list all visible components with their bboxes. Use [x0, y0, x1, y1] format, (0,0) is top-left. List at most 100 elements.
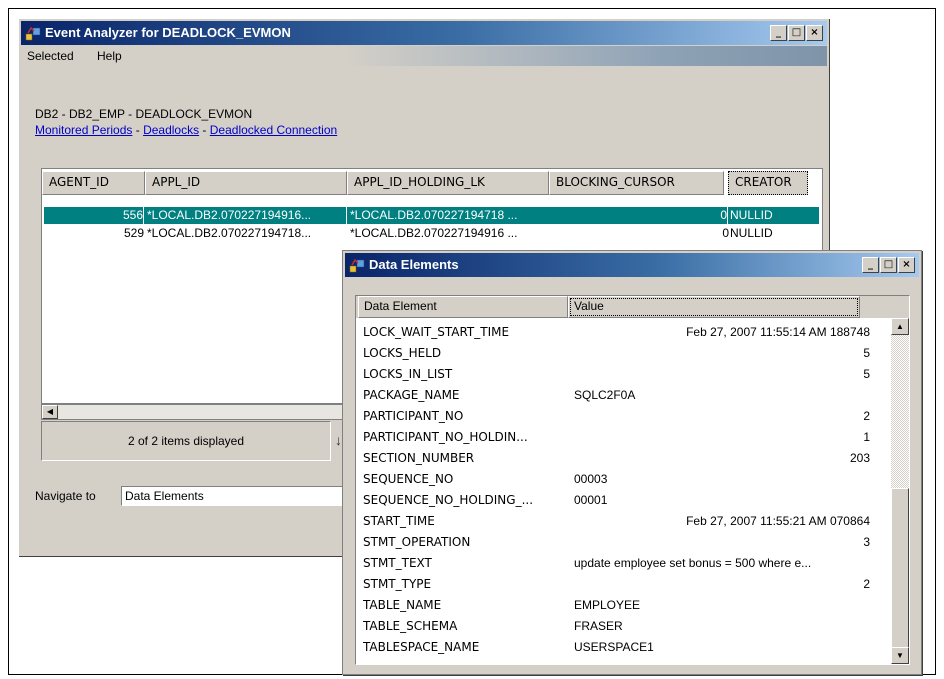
list-item[interactable]: LOCK_WAIT_START_TIME Feb 27, 2007 11:55:1…: [356, 322, 881, 343]
minimize-button[interactable]: _: [770, 25, 787, 41]
list-item[interactable]: STMT_TEXT update employee set bonus = 500…: [356, 553, 881, 574]
breadcrumb-deadlocks[interactable]: Deadlocks: [143, 123, 199, 137]
list-item[interactable]: TABLE_SCHEMA FRASER: [356, 616, 881, 637]
items-count-status: 2 of 2 items displayed: [41, 421, 331, 461]
list-item[interactable]: TABLESPACE_NAME USERSPACE1: [356, 637, 881, 658]
navigate-to-field[interactable]: Data Elements: [121, 486, 351, 506]
data-element-value: 3: [863, 535, 870, 549]
data-element-value: 5: [863, 346, 870, 360]
data-element-value: SQLC2F0A: [574, 388, 636, 402]
data-elements-titlebar[interactable]: Data Elements _ □ ×: [345, 253, 919, 277]
data-element-name: START_TIME: [363, 514, 435, 528]
data-element-name: PARTICIPANT_NO_HOLDIN...: [363, 430, 528, 444]
column-appl-id[interactable]: APPL_ID: [145, 171, 347, 195]
data-element-value: Feb 27, 2007 11:55:21 AM 070864: [686, 514, 870, 528]
data-elements-title: Data Elements: [369, 257, 459, 272]
list-item[interactable]: START_TIME Feb 27, 2007 11:55:21 AM 07086…: [356, 511, 881, 532]
data-element-name: PARTICIPANT_NO: [363, 409, 464, 423]
scroll-up-icon[interactable]: ▲: [891, 318, 909, 335]
list-item[interactable]: PACKAGE_NAME SQLC2F0A: [356, 385, 881, 406]
scroll-down-icon[interactable]: ▼: [891, 647, 909, 664]
data-element-value: FRASER: [574, 619, 623, 633]
column-value[interactable]: Value: [568, 296, 860, 318]
list-item[interactable]: SEQUENCE_NO 00003: [356, 469, 881, 490]
list-item[interactable]: SEQUENCE_NO_HOLDING_... 00001: [356, 490, 881, 511]
column-blocking-cursor[interactable]: BLOCKING_CURSOR: [549, 171, 724, 195]
column-appl-id-holding-lk[interactable]: APPL_ID_HOLDING_LK: [347, 171, 549, 195]
list-item[interactable]: SECTION_NUMBER 203: [356, 448, 881, 469]
data-elements-list: Data Element Value LOCK_WAIT_START_TIME F…: [355, 295, 910, 665]
data-element-value: 00001: [574, 493, 608, 507]
data-elements-window: Data Elements _ □ × Data Element Value L…: [342, 250, 922, 675]
data-element-name: STMT_TEXT: [363, 556, 432, 570]
table-header: AGENT_ID APPL_ID APPL_ID_HOLDING_LK BLOC…: [42, 171, 822, 195]
breadcrumb: Monitored Periods - Deadlocks - Deadlock…: [35, 123, 337, 137]
breadcrumb-separator: -: [132, 123, 144, 137]
data-element-name: TABLE_NAME: [363, 598, 442, 612]
main-window-title: Event Analyzer for DEADLOCK_EVMON: [45, 25, 291, 40]
menu-bar: Selected Help: [21, 46, 827, 66]
data-element-name: SECTION_NUMBER: [363, 451, 475, 465]
breadcrumb-deadlocked-connection[interactable]: Deadlocked Connection: [210, 123, 337, 137]
horizontal-scrollbar[interactable]: ◀: [41, 404, 351, 420]
data-element-value: USERSPACE1: [574, 640, 654, 654]
data-element-name: LOCK_WAIT_START_TIME: [363, 325, 510, 339]
cell-creator: NULLID: [730, 226, 773, 240]
breadcrumb-separator: -: [199, 123, 210, 137]
data-element-value: 203: [849, 451, 870, 465]
column-data-element[interactable]: Data Element: [358, 296, 568, 318]
close-button[interactable]: ×: [898, 257, 915, 273]
screenshot-frame: Event Analyzer for DEADLOCK_EVMON _ □ × …: [8, 8, 936, 675]
cell-appl-id: *LOCAL.DB2.070227194718...: [147, 226, 312, 240]
minimize-button[interactable]: _: [862, 257, 879, 273]
list-header: Data Element Value: [356, 296, 909, 318]
menu-help[interactable]: Help: [97, 49, 122, 63]
data-element-name: LOCKS_HELD: [363, 346, 442, 360]
data-element-name: LOCKS_IN_LIST: [363, 367, 453, 381]
breadcrumb-monitored-periods[interactable]: Monitored Periods: [35, 123, 132, 137]
event-analyzer-icon: [25, 26, 41, 41]
data-element-value: 1: [863, 430, 870, 444]
cell-appl-id-holding-lk: *LOCAL.DB2.070227194916 ...: [350, 226, 518, 240]
scroll-thumb[interactable]: [891, 488, 909, 648]
column-agent-id[interactable]: AGENT_ID: [42, 171, 145, 195]
list-item[interactable]: LOCKS_HELD 5: [356, 343, 881, 364]
data-element-value: 2: [863, 409, 870, 423]
scroll-left-icon[interactable]: ◀: [42, 405, 58, 419]
column-creator[interactable]: CREATOR: [728, 171, 808, 195]
data-element-name: STMT_TYPE: [363, 577, 432, 591]
maximize-button[interactable]: □: [880, 257, 897, 273]
cell-blocking-cursor: 0: [722, 226, 729, 240]
data-element-name: TABLESPACE_NAME: [363, 640, 480, 654]
data-element-name: SEQUENCE_NO_HOLDING_...: [363, 493, 534, 507]
data-element-value: EMPLOYEE: [574, 598, 641, 612]
vertical-scrollbar[interactable]: ▲ ▼: [891, 318, 909, 664]
navigate-to-label: Navigate to: [35, 489, 96, 503]
list-item[interactable]: TABLE_NAME EMPLOYEE: [356, 595, 881, 616]
data-element-value: 5: [863, 367, 870, 381]
table-row[interactable]: 529 *LOCAL.DB2.070227194718... *LOCAL.DB…: [44, 225, 819, 242]
cell-agent-id: 529: [123, 226, 144, 240]
list-item[interactable]: STMT_OPERATION 3: [356, 532, 881, 553]
list-item[interactable]: PARTICIPANT_NO_HOLDIN... 1: [356, 427, 881, 448]
data-element-name: SEQUENCE_NO: [363, 472, 454, 486]
list-item[interactable]: PARTICIPANT_NO 2: [356, 406, 881, 427]
data-element-value: 00003: [574, 472, 608, 486]
data-element-name: TABLE_SCHEMA: [363, 619, 458, 633]
data-element-value: 2: [863, 577, 870, 591]
close-button[interactable]: ×: [806, 25, 823, 41]
cell-creator: NULLID: [730, 208, 773, 222]
cell-appl-id-holding-lk: *LOCAL.DB2.070227194718 ...: [350, 208, 518, 222]
data-element-name: PACKAGE_NAME: [363, 388, 460, 402]
event-analyzer-icon: [349, 258, 365, 273]
list-item[interactable]: STMT_TYPE 2: [356, 574, 881, 595]
data-element-name: STMT_OPERATION: [363, 535, 471, 549]
main-titlebar[interactable]: Event Analyzer for DEADLOCK_EVMON _ □ ×: [21, 21, 827, 45]
list-item[interactable]: LOCKS_IN_LIST 5: [356, 364, 881, 385]
data-element-value: Feb 27, 2007 11:55:14 AM 188748: [686, 325, 870, 339]
table-row[interactable]: 556 *LOCAL.DB2.070227194916... *LOCAL.DB…: [44, 207, 819, 224]
cell-blocking-cursor: 0: [554, 207, 728, 224]
maximize-button[interactable]: □: [788, 25, 805, 41]
data-element-value: update employee set bonus = 500 where e.…: [574, 556, 812, 570]
menu-selected[interactable]: Selected: [27, 49, 74, 63]
